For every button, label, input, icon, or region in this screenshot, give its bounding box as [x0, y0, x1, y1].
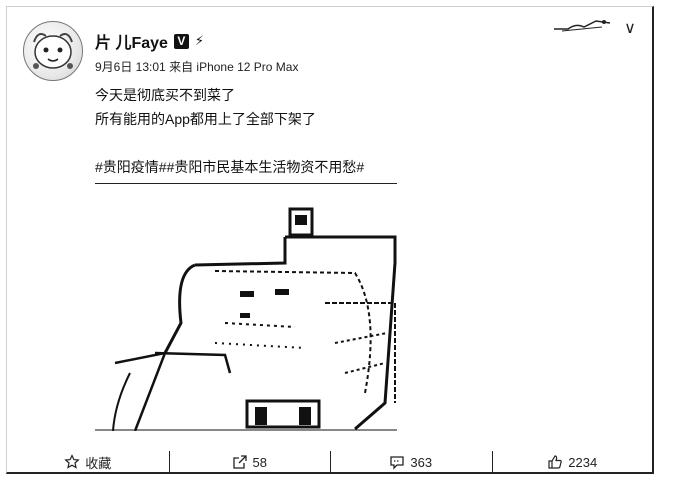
- favorite-button[interactable]: 收藏: [7, 451, 169, 473]
- action-bar: 收藏 58 363 2234: [7, 447, 653, 477]
- weibo-post-card: 片 儿Faye V ⚡ 9月6日 13:01 来自 iPhone 12 Pro …: [6, 6, 654, 474]
- favorite-label: 收藏: [85, 455, 112, 471]
- share-icon: [232, 455, 247, 469]
- level-icon: ⚡: [194, 33, 205, 48]
- post-image[interactable]: [95, 203, 397, 432]
- star-icon: [64, 454, 80, 469]
- post-text-line: 所有能用的App都用上了全部下架了: [95, 111, 316, 127]
- scribble-mark-icon: [554, 20, 611, 32]
- comment-icon: [390, 456, 405, 470]
- avatar-image: [33, 33, 73, 69]
- hashtag-guiyang-epidemic[interactable]: #贵阳疫情#: [95, 157, 167, 177]
- post-text: 今天是彻底买不到菜了 所有能用的App都用上了全部下架了: [95, 83, 316, 131]
- username-row: 片 儿Faye V ⚡: [95, 29, 204, 53]
- repost-count: 58: [252, 454, 267, 470]
- divider: [95, 183, 397, 184]
- verified-badge-icon: V: [173, 33, 189, 49]
- avatar[interactable]: [23, 21, 83, 81]
- like-count: 2234: [568, 454, 598, 470]
- repost-button[interactable]: 58: [168, 451, 331, 473]
- post-meta: 9月6日 13:01 来自 iPhone 12 Pro Max: [95, 58, 298, 75]
- chevron-down-icon[interactable]: ∨: [622, 21, 638, 37]
- thumbs-up-icon: [548, 455, 563, 469]
- comment-count: 363: [410, 454, 433, 470]
- post-source: 来自 iPhone 12 Pro Max: [169, 60, 299, 74]
- post-text-line: 今天是彻底买不到菜了: [95, 87, 235, 103]
- post-timestamp[interactable]: 9月6日 13:01: [95, 60, 166, 74]
- username[interactable]: 片 儿Faye: [95, 29, 168, 53]
- hashtag-row: #贵阳疫情# #贵阳市民基本生活物资不用愁#: [95, 157, 364, 177]
- comment-button[interactable]: 363: [330, 451, 492, 473]
- post-image-graphic: [95, 207, 397, 432]
- hashtag-guiyang-supplies[interactable]: #贵阳市民基本生活物资不用愁#: [167, 157, 365, 177]
- like-button[interactable]: 2234: [491, 451, 654, 473]
